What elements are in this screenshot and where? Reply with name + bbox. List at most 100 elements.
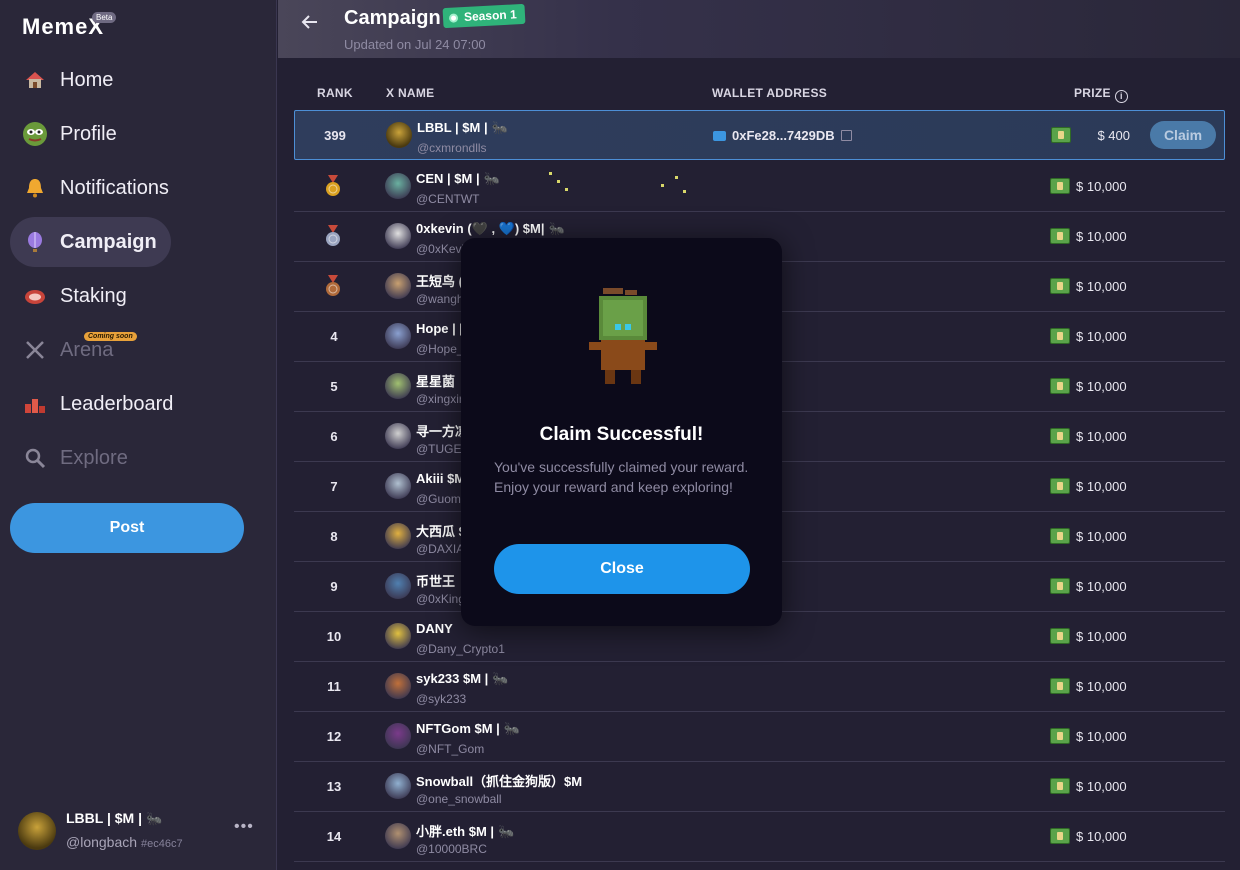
x-handle: @NFT_Gom	[416, 742, 485, 756]
pepe-icon	[22, 121, 48, 147]
table-row: CEN | $M | 🐜 @CENTWT $ 10,000	[294, 162, 1225, 212]
avatar	[386, 122, 412, 148]
rank-value: 399	[324, 128, 346, 143]
money-icon	[1050, 178, 1070, 194]
x-handle: @DAXIA	[416, 542, 465, 556]
sidebar-item-label: Leaderboard	[60, 392, 174, 415]
sidebar-item-campaign[interactable]: Campaign	[10, 217, 171, 267]
avatar	[385, 823, 411, 849]
ant-icon: 🐜	[498, 824, 515, 839]
ant-icon: 🐜	[503, 721, 520, 736]
bell-icon	[22, 175, 48, 201]
rank-value: 11	[327, 679, 341, 694]
prize-value: $ 10,000	[1076, 329, 1127, 344]
x-handle: @0xKevi	[416, 242, 465, 256]
avatar	[385, 673, 411, 699]
x-handle: @0xKing	[416, 592, 465, 606]
x-handle: @one_snowball	[416, 792, 502, 806]
more-options-icon[interactable]: •••	[234, 818, 254, 836]
x-name: Snowball（抓住金狗版）$M	[416, 774, 583, 789]
gold-medal-icon	[326, 175, 340, 196]
rank-value: 12	[326, 729, 342, 744]
close-button[interactable]: Close	[494, 544, 750, 594]
sidebar-item-staking[interactable]: Staking	[10, 271, 141, 321]
money-icon	[1050, 328, 1070, 344]
sidebar-item-label: Staking	[60, 284, 127, 307]
column-header-wallet: WALLET ADDRESS	[712, 86, 828, 100]
house-icon	[22, 67, 48, 93]
x-handle: @cxmrondlls	[417, 141, 487, 155]
season-label: Season 1	[463, 7, 518, 25]
bronze-medal-icon	[326, 275, 340, 296]
sidebar-item-leaderboard[interactable]: Leaderboard	[10, 379, 187, 429]
prize-value: $ 10,000	[1076, 279, 1127, 294]
info-icon[interactable]: i	[1114, 90, 1128, 103]
x-handle: @Dany_Crypto1	[416, 642, 505, 656]
x-handle: @syk233	[416, 692, 467, 706]
claim-button[interactable]: Claim	[1150, 121, 1216, 149]
money-icon	[1051, 127, 1071, 143]
profile-footer[interactable]: LBBL | $M | 🐜 @longbach #ec46c7 •••	[18, 808, 268, 858]
x-name: CEN | $M | 🐜	[416, 171, 500, 186]
rank-value: 10	[326, 629, 342, 644]
ant-icon: 🐜	[146, 811, 163, 826]
coming-soon-badge: Coming soon	[84, 332, 137, 341]
rank-value: 5	[330, 379, 338, 394]
sidebar-item-notifications[interactable]: Notifications	[10, 163, 183, 213]
x-name: DANY	[416, 621, 453, 636]
prize-value: $ 10,000	[1076, 179, 1127, 194]
prize-value: $ 10,000	[1076, 429, 1127, 444]
modal-title: Claim Successful!	[539, 424, 704, 445]
profile-handle: @longbach #ec46c7	[66, 834, 183, 850]
table-row: 13 Snowball（抓住金狗版）$M @one_snowball $ 10,000	[294, 762, 1225, 812]
prize-value: $ 10,000	[1076, 829, 1127, 844]
avatar	[385, 223, 411, 249]
avatar	[385, 573, 411, 599]
rank-value: 9	[330, 579, 338, 594]
rank-value: 13	[326, 779, 342, 794]
mascot-sprite-icon	[589, 288, 657, 384]
claim-success-modal: Claim Successful! You've successfully cl…	[461, 172, 782, 626]
ant-icon: 🐜	[491, 120, 508, 135]
x-handle: @xingxir	[416, 392, 463, 406]
table-row: 14 小胖.eth $M | 🐜 @10000BRC $ 10,000	[294, 812, 1225, 862]
prize-value: $ 10,000	[1076, 729, 1127, 744]
crossed-swords-icon	[22, 337, 48, 363]
avatar	[385, 373, 411, 399]
copy-icon[interactable]	[840, 130, 852, 141]
updated-timestamp: Updated on Jul 24 07:00	[344, 37, 486, 52]
prize-value: $ 10,000	[1076, 529, 1127, 544]
rank-value: 6	[330, 429, 338, 444]
rank-value: 7	[330, 479, 338, 494]
money-icon	[1050, 578, 1070, 594]
prize-value: $ 10,000	[1076, 229, 1127, 244]
post-button[interactable]: Post	[10, 503, 244, 553]
avatar	[385, 273, 411, 299]
season-badge: Season 1	[442, 3, 526, 29]
profile-hash: #ec46c7	[141, 838, 183, 850]
x-name: 大西瓜 $	[416, 524, 466, 539]
x-handle: @Guomi	[416, 492, 464, 506]
beta-badge: Beta	[92, 12, 117, 23]
wallet-icon	[713, 130, 726, 141]
avatar	[18, 812, 56, 850]
sidebar-item-explore: Explore	[10, 433, 142, 483]
money-icon	[1050, 428, 1070, 444]
money-icon	[1050, 628, 1070, 644]
profile-name: LBBL | $M | 🐜	[66, 810, 163, 826]
balloon-icon	[22, 229, 48, 255]
prize-value: $ 10,000	[1076, 679, 1127, 694]
back-arrow-icon[interactable]	[300, 12, 320, 38]
prize-value: $ 10,000	[1076, 379, 1127, 394]
season-dot-icon	[448, 12, 459, 23]
avatar	[385, 623, 411, 649]
sidebar-item-home[interactable]: Home	[10, 55, 127, 105]
podium-icon	[22, 391, 48, 417]
money-icon	[1050, 528, 1070, 544]
table-row: 12 NFTGom $M | 🐜 @NFT_Gom $ 10,000	[294, 712, 1225, 762]
avatar	[385, 773, 411, 799]
x-name: 0xkevin (🖤 , 💙) $M| 🐜	[416, 221, 565, 236]
avatar	[385, 173, 411, 199]
rank-value: 14	[326, 829, 342, 844]
sidebar-item-profile[interactable]: Profile	[10, 109, 131, 159]
